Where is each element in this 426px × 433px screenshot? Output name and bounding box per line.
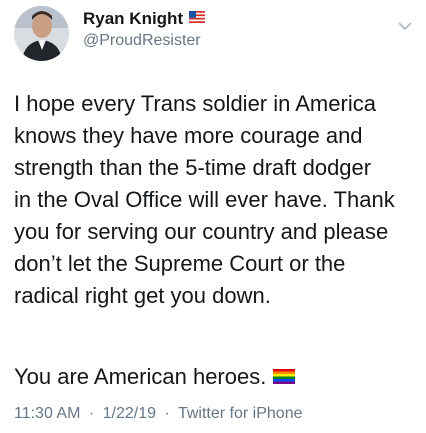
user-name-row: Ryan Knight xyxy=(83,9,206,29)
tweet-text-line: in the Oval Office will ever have. Thank xyxy=(14,187,395,212)
tweet-card: Ryan Knight @ProudResister I hope every … xyxy=(0,0,426,433)
user-handle[interactable]: @ProudResister xyxy=(83,32,201,50)
tweet-text-line: I hope every Trans soldier in America xyxy=(14,91,376,116)
tweet-text-line: knows they have more courage and xyxy=(14,123,363,148)
chevron-down-icon[interactable] xyxy=(398,18,412,36)
tweet-meta: 11:30 AM · 1/22/19 · Twitter for iPhone xyxy=(14,405,302,423)
rainbow-flag-icon xyxy=(273,361,296,393)
meta-separator: · xyxy=(164,405,170,422)
meta-separator: · xyxy=(88,405,95,422)
tweet-date[interactable]: 1/22/19 xyxy=(103,405,156,422)
tweet-second-paragraph: You are American heroes. xyxy=(14,361,419,393)
tweet-text-line: you for serving our country and please xyxy=(14,219,389,244)
tweet-text-line: strength than the 5-time draft dodger xyxy=(14,155,372,180)
tweet-text-line: don’t let the Supreme Court or the xyxy=(14,251,346,276)
avatar[interactable] xyxy=(14,6,69,61)
tweet-text: I hope every Trans soldier in America kn… xyxy=(14,88,419,312)
tweet-text-line: radical right get you down. xyxy=(14,283,271,308)
us-flag-icon xyxy=(189,10,206,28)
display-name[interactable]: Ryan Knight xyxy=(83,9,183,29)
tweet-text-line: You are American heroes. xyxy=(14,364,267,389)
tweet-time[interactable]: 11:30 AM xyxy=(14,405,80,422)
tweet-source[interactable]: Twitter for iPhone xyxy=(178,405,303,422)
